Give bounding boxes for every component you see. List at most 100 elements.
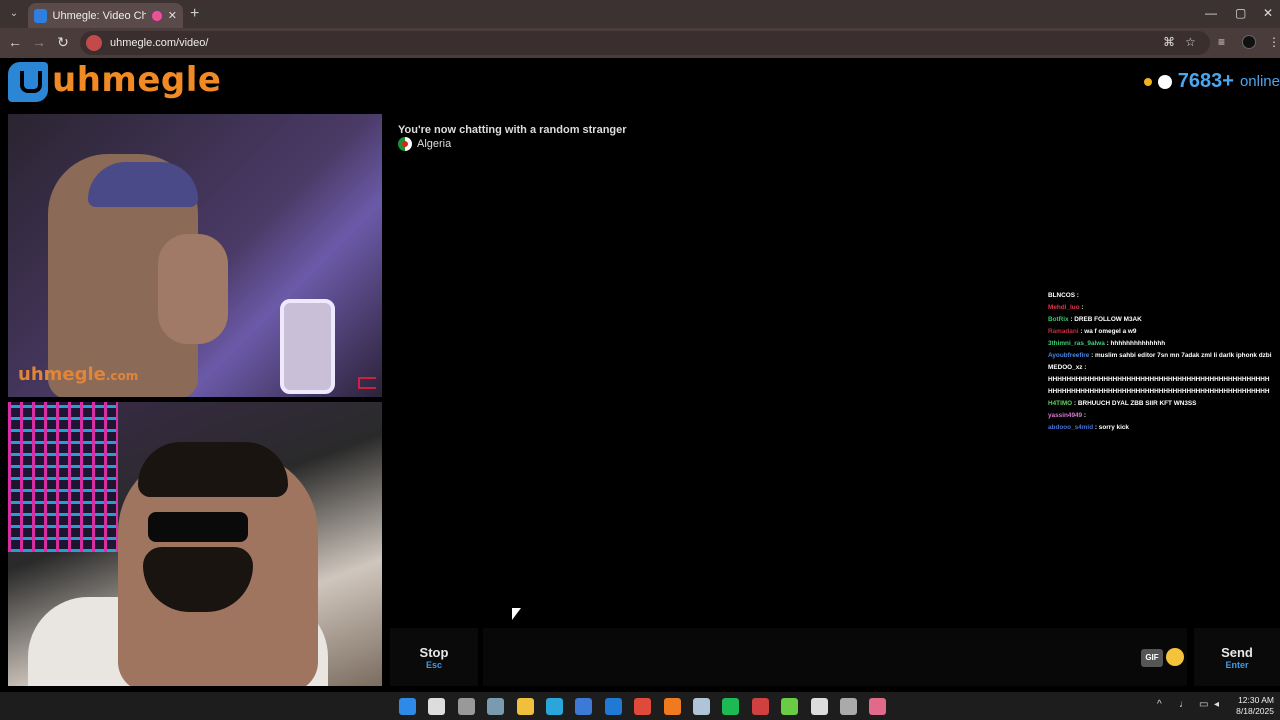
stranger-country: Algeria [398, 137, 451, 151]
spotify-icon[interactable] [722, 698, 740, 715]
chrome-icon[interactable] [634, 698, 652, 715]
tab-close-icon[interactable]: ✕ [168, 9, 177, 22]
video-watermark: uhmegle.com [18, 364, 138, 385]
gif-button[interactable]: GIF [1141, 649, 1163, 667]
steam-icon[interactable] [693, 698, 710, 715]
message-input[interactable] [483, 628, 1187, 686]
app-mon-icon[interactable] [840, 698, 857, 715]
app-tray-icon[interactable] [810, 698, 828, 715]
back-icon[interactable]: ← [6, 34, 24, 50]
online-counter: 7683+ online [1143, 70, 1280, 93]
watermark-text: uhmegle [18, 364, 106, 385]
online-label: online [1239, 73, 1280, 90]
report-flag-icon[interactable] [358, 377, 376, 389]
stop-label: Stop [419, 644, 449, 660]
moon-icon [1157, 74, 1172, 89]
stream-chat-text: : [1082, 412, 1087, 419]
stream-chat-username: abdooo_s4mid [1048, 424, 1094, 431]
windows-taskbar: ^ ♩ ▭ ◂ 12:30 AM 8/18/2025 [0, 692, 1280, 720]
stream-chat-username: yassin4949 [1048, 412, 1083, 419]
browser-menu-icon[interactable]: ⋮ [1268, 35, 1280, 49]
stop-button[interactable]: Stop Esc [390, 628, 478, 686]
stream-chat-message: BotRix : DREB FOLLOW M3AK [1048, 314, 1280, 326]
translate-icon[interactable]: ⌘ [1163, 35, 1175, 49]
site-info-icon[interactable] [86, 35, 102, 51]
stream-chat-text: HHHHHHHHHHHHHHHHHHHHHHHHHHHHHHHHHHHHHHHH… [1048, 376, 1270, 383]
stream-chat-username: BLNCOS [1048, 292, 1075, 299]
watermark-suffix: .com [105, 369, 139, 383]
thumbs-up-hand [158, 234, 228, 344]
uhmegle-logo-icon[interactable] [8, 62, 48, 102]
mic-tray-icon[interactable]: ♩ [1179, 699, 1189, 710]
network-icon[interactable]: ▭ [1199, 699, 1208, 710]
stranger-cap [88, 162, 198, 207]
country-name: Algeria [417, 138, 452, 150]
stream-chat-username: H4TIMO [1048, 400, 1073, 407]
stream-chat-message: abdooo_s4mid : sorry kick [1048, 422, 1280, 434]
bookmark-star-icon[interactable]: ☆ [1185, 35, 1196, 49]
system-clock[interactable]: 12:30 AM 8/18/2025 [1236, 695, 1274, 717]
media-controls-icon[interactable]: ≡ [1218, 35, 1225, 49]
minimize-button[interactable]: — [1205, 6, 1217, 20]
tab-search-icon[interactable]: ⌄ [6, 6, 22, 22]
file-explorer-icon[interactable] [516, 698, 534, 715]
stream-chat-text: : hhhhhhhhhhhhhh [1104, 340, 1166, 347]
edge-icon[interactable] [546, 698, 563, 715]
stream-chat-text: : [1079, 304, 1084, 311]
stream-chat-message: HHHHHHHHHHHHHHHHHHHHHHHHHHHHHHHHHHHHHHHH… [1048, 386, 1280, 398]
volume-icon[interactable]: ◂ [1214, 699, 1219, 710]
reload-icon[interactable]: ↻ [54, 34, 72, 51]
browser-tab[interactable]: Uhmegle: Video Chat | Ome ✕ [28, 3, 183, 28]
app-a-icon[interactable] [663, 698, 681, 715]
outlook-icon[interactable] [604, 698, 622, 715]
media-icon[interactable] [781, 698, 799, 715]
stop-shortcut: Esc [425, 659, 442, 670]
sunglasses [148, 512, 248, 542]
stream-chat-username: MEDOO_xz [1048, 364, 1083, 371]
stream-chat-text: : DREB FOLLOW M3AK [1068, 316, 1142, 323]
store-icon[interactable] [575, 698, 593, 715]
settings-icon[interactable] [487, 698, 505, 715]
screen-capture-icon[interactable] [869, 698, 887, 715]
tab-title: Uhmegle: Video Chat | Ome [52, 9, 147, 22]
start-icon[interactable] [399, 698, 416, 715]
send-label: Send [1221, 644, 1253, 660]
close-window-button[interactable]: ✕ [1263, 6, 1273, 20]
forward-icon[interactable]: → [30, 34, 48, 50]
clock-date: 8/18/2025 [1236, 706, 1274, 716]
stream-chat-message: H4TIMO : BRHUUCH DYAL ZBB SIIR KFT WN3SS [1048, 398, 1280, 410]
self-video [8, 402, 382, 686]
stream-chat-text: : BRHUUCH DYAL ZBB SIIR KFT WN3SS [1072, 400, 1197, 407]
stream-chat-message: Mehdi_luo : [1048, 302, 1280, 314]
send-shortcut: Enter [1225, 659, 1249, 670]
task-view-icon[interactable] [457, 698, 475, 715]
stream-chat-username: 3thimni_ras_9alwa [1048, 340, 1105, 347]
send-button[interactable]: Send Enter [1194, 628, 1280, 686]
stream-chat-username: Mehdi_luo [1048, 304, 1080, 311]
site-header: uhmegle 7683+ online [0, 58, 1280, 110]
tray-chevron-icon[interactable]: ^ [1157, 699, 1162, 710]
app-red-icon[interactable] [751, 698, 769, 715]
microphone [280, 299, 335, 394]
stream-chat-message: MEDOO_xz : [1048, 362, 1280, 374]
stream-chat-message: Ramadani : wa f omegel a w9 [1048, 326, 1280, 338]
new-tab-button[interactable]: + [190, 5, 199, 23]
maximize-button[interactable]: ▢ [1235, 6, 1246, 20]
status-dot-icon [1143, 77, 1152, 86]
algeria-flag-icon [398, 137, 412, 151]
stream-chat-username: BotRix [1048, 316, 1069, 323]
recording-indicator-icon [152, 10, 162, 21]
profile-avatar[interactable] [1242, 35, 1256, 49]
self-hair [138, 442, 288, 497]
online-count: 7683+ [1177, 70, 1234, 92]
site-logo-text[interactable]: uhmegle [52, 60, 221, 100]
stream-chat-message: 3thimni_ras_9alwa : hhhhhhhhhhhhhh [1048, 338, 1280, 350]
stream-chat-text: : [1082, 364, 1087, 371]
stream-chat-text: HHHHHHHHHHHHHHHHHHHHHHHHHHHHHHHHHHHHHHHH… [1048, 388, 1270, 395]
uhmegle-favicon-icon [34, 8, 47, 23]
address-bar[interactable]: uhmegle.com/video/ [80, 31, 1210, 55]
stream-chat-overlay: BLNCOS : Mehdi_luo : BotRix : DREB FOLLO… [1048, 290, 1280, 434]
search-icon[interactable] [428, 698, 446, 715]
emoji-icon[interactable] [1166, 648, 1184, 666]
stream-chat-text: : wa f omegel a w9 [1078, 328, 1137, 335]
